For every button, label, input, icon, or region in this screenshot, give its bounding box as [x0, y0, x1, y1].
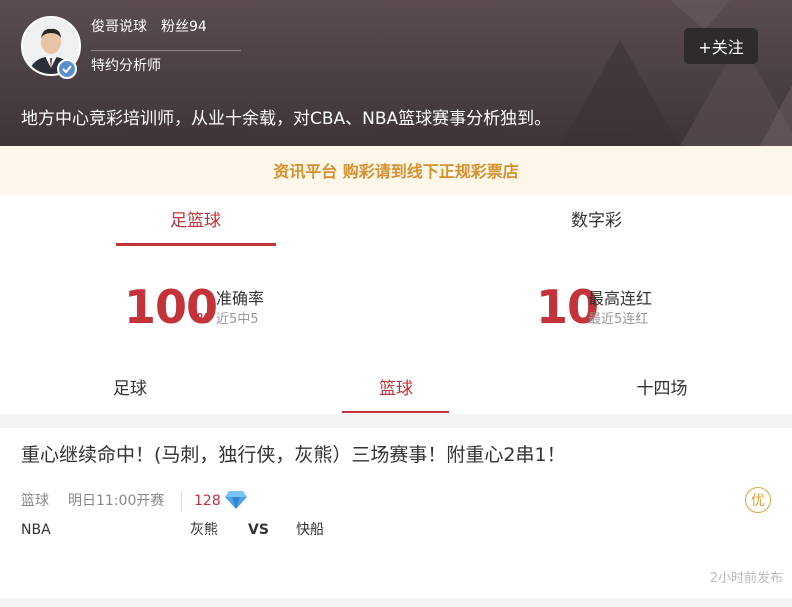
meta-divider	[181, 491, 182, 511]
vs-label: VS	[248, 522, 269, 538]
article-price: 128	[194, 493, 221, 509]
author-name[interactable]: 俊哥说球	[91, 16, 147, 36]
bottom-divider	[0, 598, 792, 607]
diamond-icon	[225, 491, 247, 509]
main-tab-indicator	[116, 243, 276, 246]
accuracy-sub: 近5中5	[216, 312, 259, 327]
match-league: NBA	[21, 522, 51, 538]
premium-badge: 优	[745, 487, 771, 513]
subtab-basketball[interactable]: 篮球	[356, 376, 436, 402]
author-info: 俊哥说球 粉丝94	[91, 15, 207, 37]
home-team: 灰熊	[190, 522, 218, 538]
article-sport: 篮球	[21, 493, 49, 509]
match-time: 明日11:00开赛	[68, 493, 165, 509]
notice-text: 资讯平台 购彩请到线下正规彩票店	[273, 162, 519, 181]
notice-banner: 资讯平台 购彩请到线下正规彩票店	[0, 146, 792, 194]
section-divider	[0, 414, 792, 428]
tab-digital-lottery[interactable]: 数字彩	[516, 208, 677, 234]
author-role: 特约分析师	[91, 58, 161, 74]
follow-button[interactable]: +关注	[684, 28, 758, 64]
accuracy-unit: %	[197, 312, 211, 327]
subtab-indicator	[342, 411, 449, 413]
article-title[interactable]: 重心继续命中！(马刺，独行侠，灰熊）三场赛事！附重心2串1！	[21, 441, 566, 469]
streak-sub: 最近5连红	[588, 312, 649, 327]
name-divider	[91, 50, 241, 51]
header-decoration	[560, 0, 792, 146]
away-team: 快船	[296, 522, 324, 538]
author-bio: 地方中心竞彩培训师，从业十余载，对CBA、NBA篮球赛事分析独到。	[21, 109, 552, 129]
expert-header: 俊哥说球 粉丝94 特约分析师 +关注 地方中心竞彩培训师，从业十余载，对CBA…	[0, 0, 792, 146]
streak-label: 最高连红	[588, 289, 653, 308]
tab-football-basketball[interactable]: 足篮球	[115, 208, 276, 234]
fans-count: 粉丝94	[161, 19, 207, 35]
publish-time: 2小时前发布	[709, 571, 783, 586]
subtab-fourteen[interactable]: 十四场	[622, 376, 702, 402]
verified-badge-icon	[57, 59, 77, 79]
subtab-football[interactable]: 足球	[90, 376, 170, 402]
accuracy-label: 准确率	[216, 289, 265, 308]
